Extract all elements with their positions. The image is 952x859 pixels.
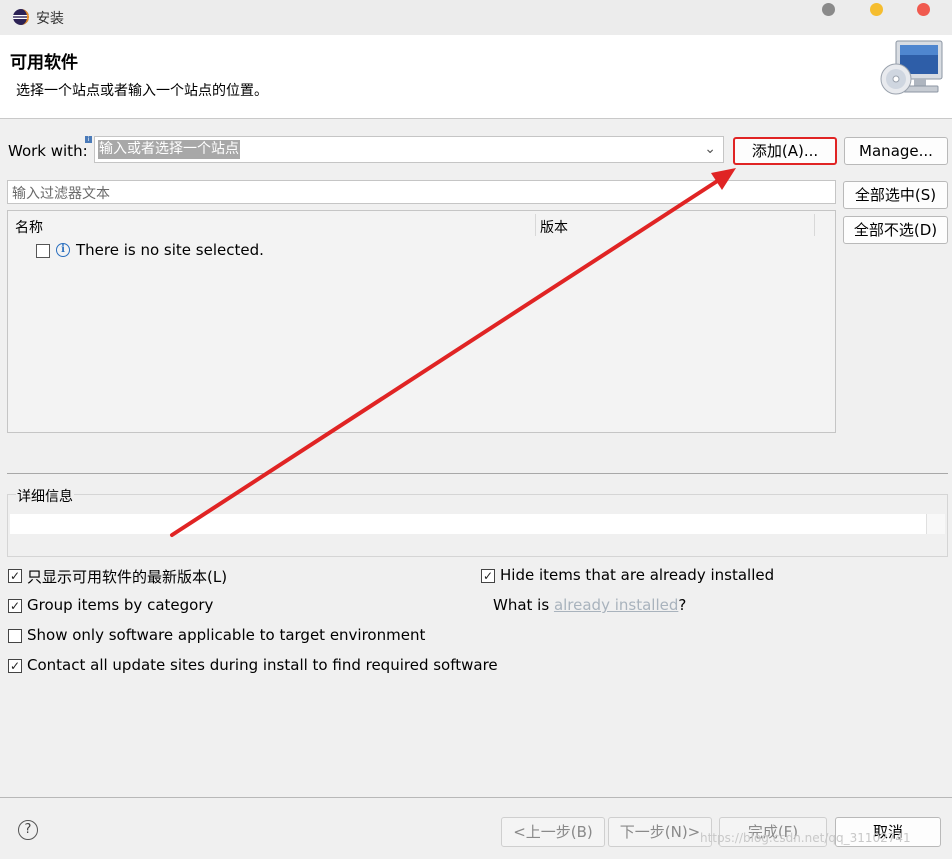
details-text-area[interactable] — [10, 514, 926, 534]
group-by-category-checkbox[interactable]: ✓ — [8, 599, 22, 613]
table-row-checkbox[interactable] — [36, 244, 50, 258]
details-scrollbar[interactable] — [926, 514, 945, 534]
contact-sites-checkbox[interactable]: ✓ — [8, 659, 22, 673]
group-by-category-label[interactable]: Group items by category — [27, 596, 213, 614]
chevron-down-icon[interactable]: ⌄ — [704, 141, 716, 157]
window-title: 安装 — [36, 11, 64, 27]
maximize-button[interactable] — [870, 3, 883, 16]
watermark: https://blog.csdn.net/qq_31102741 — [700, 831, 911, 845]
back-button[interactable]: <上一步(B) — [501, 817, 605, 847]
details-label: 详细信息 — [16, 486, 74, 506]
monitor-cd-icon — [880, 40, 943, 95]
already-installed-link[interactable]: already installed — [554, 596, 678, 614]
target-env-label[interactable]: Show only software applicable to target … — [27, 626, 425, 644]
table-row-text: There is no site selected. — [76, 241, 264, 259]
work-with-combo[interactable]: 输入或者选择一个站点 ⌄ — [94, 136, 724, 163]
sash-divider[interactable] — [7, 473, 948, 474]
latest-only-label[interactable]: 只显示可用软件的最新版本(L) — [27, 566, 227, 587]
column-header-version[interactable]: 版本 — [540, 217, 568, 237]
manage-sites-button[interactable]: Manage... — [844, 137, 948, 165]
filter-placeholder: 输入过滤器文本 — [12, 186, 110, 202]
minimize-button[interactable] — [822, 3, 835, 16]
hide-installed-checkbox[interactable]: ✓ — [481, 569, 495, 583]
select-all-button[interactable]: 全部选中(S) — [843, 181, 948, 209]
column-header-name[interactable]: 名称 — [15, 217, 43, 237]
what-is-installed-text: What is already installed? — [493, 596, 686, 614]
next-button[interactable]: 下一步(N)> — [608, 817, 712, 847]
title-bar: 安装 — [0, 0, 952, 35]
filter-input[interactable]: 输入过滤器文本 — [7, 180, 836, 204]
target-env-checkbox[interactable] — [8, 629, 22, 643]
info-icon: i — [56, 243, 70, 257]
page-title: 可用软件 — [10, 53, 78, 73]
hide-installed-label[interactable]: Hide items that are already installed — [500, 566, 774, 584]
what-is-suffix: ? — [678, 596, 687, 614]
column-divider[interactable] — [535, 214, 536, 236]
software-table[interactable]: 名称 版本 i There is no site selected. — [7, 210, 836, 433]
wizard-header: 可用软件 选择一个站点或者输入一个站点的位置。 — [0, 35, 952, 119]
footer-divider — [0, 797, 952, 798]
help-icon[interactable]: ? — [18, 820, 38, 840]
work-with-label: Work with: — [8, 142, 88, 160]
deselect-all-button[interactable]: 全部不选(D) — [843, 216, 948, 244]
contact-sites-label[interactable]: Contact all update sites during install … — [27, 656, 498, 674]
what-is-prefix: What is — [493, 596, 554, 614]
eclipse-icon — [13, 9, 29, 25]
add-site-button[interactable]: 添加(A)... — [733, 137, 837, 165]
close-button[interactable] — [917, 3, 930, 16]
column-divider[interactable] — [814, 214, 815, 236]
field-info-icon: i — [85, 136, 92, 143]
page-description: 选择一个站点或者输入一个站点的位置。 — [16, 83, 268, 99]
work-with-value: 输入或者选择一个站点 — [98, 140, 240, 159]
latest-only-checkbox[interactable]: ✓ — [8, 569, 22, 583]
